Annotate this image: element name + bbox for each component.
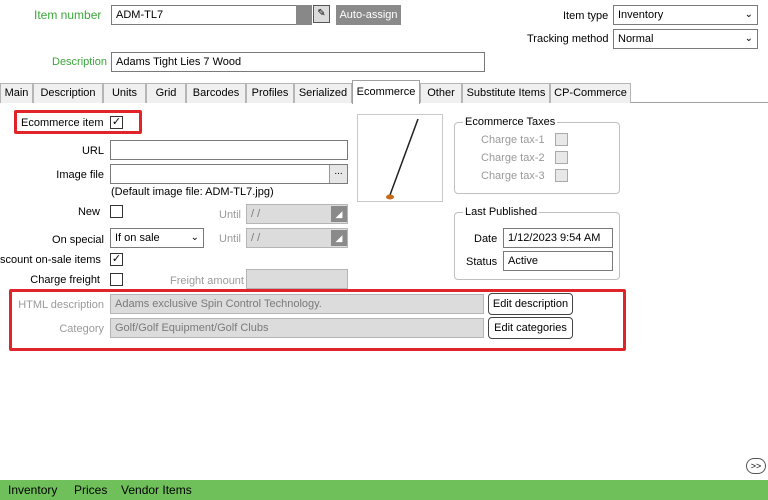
chevron-down-icon: ⌄ (744, 9, 753, 20)
url-input[interactable] (110, 140, 348, 160)
until-label-2: Until (219, 233, 242, 245)
html-description-input: Adams exclusive Spin Control Technology. (110, 294, 484, 314)
item-type-value: Inventory (618, 9, 664, 21)
description-label: Description (52, 56, 108, 68)
calendar-icon: ◢ (331, 206, 347, 222)
on-special-label: On special (52, 234, 104, 246)
category-label: Category (59, 323, 104, 335)
tab-other[interactable]: Other (420, 83, 462, 103)
tab-serialized[interactable]: Serialized (294, 83, 352, 103)
tracking-method-label: Tracking method (527, 33, 609, 45)
until-label-1: Until (219, 209, 242, 221)
item-number-input[interactable]: ADM-TL7 (111, 5, 297, 25)
item-number-field-end (296, 5, 312, 25)
tracking-method-value: Normal (618, 33, 654, 45)
item-image-preview (357, 114, 443, 202)
edit-categories-button[interactable]: Edit categories (488, 317, 573, 339)
image-file-input[interactable] (110, 164, 348, 184)
more-button[interactable]: >> (746, 458, 766, 474)
charge-tax-2-label: Charge tax-2 (481, 152, 545, 164)
charge-freight-checkbox[interactable] (110, 273, 123, 286)
golf-club-image (386, 118, 419, 200)
published-status-value: Active (503, 251, 613, 271)
tab-description[interactable]: Description (33, 83, 103, 103)
charge-tax-2-checkbox (555, 151, 568, 164)
discount-on-sale-checkbox[interactable]: ✓ (110, 253, 123, 266)
auto-assign-button[interactable]: Auto-assign (336, 5, 401, 25)
tracking-method-select[interactable]: Normal ⌄ (613, 29, 758, 49)
image-file-label: Image file (56, 169, 104, 181)
charge-freight-label: Charge freight (30, 274, 100, 286)
discount-on-sale-label: scount on-sale items (0, 254, 101, 266)
tab-main[interactable]: Main (0, 83, 33, 103)
tab-ecommerce[interactable]: Ecommerce (352, 80, 420, 104)
charge-tax-3-label: Charge tax-3 (481, 170, 545, 182)
new-label: New (77, 206, 100, 218)
browse-button[interactable]: ... (329, 165, 347, 183)
ecommerce-taxes-group: Ecommerce Taxes Charge tax-1 Charge tax-… (454, 116, 620, 194)
bottom-tab-vendor-items[interactable]: Vendor Items (121, 483, 192, 497)
edit-icon[interactable]: ✎ (313, 5, 330, 23)
ecommerce-taxes-title: Ecommerce Taxes (463, 116, 558, 128)
charge-tax-3-checkbox (555, 169, 568, 182)
chevron-down-icon: ⌄ (744, 33, 753, 44)
bottom-tab-inventory[interactable]: Inventory (8, 483, 57, 497)
bottom-tab-prices[interactable]: Prices (74, 483, 107, 497)
tab-profiles[interactable]: Profiles (246, 83, 294, 103)
item-type-select[interactable]: Inventory ⌄ (613, 5, 758, 25)
description-input[interactable]: Adams Tight Lies 7 Wood (111, 52, 485, 72)
tab-substitute-items[interactable]: Substitute Items (462, 83, 550, 103)
url-label: URL (81, 145, 104, 157)
tab-barcodes[interactable]: Barcodes (186, 83, 246, 103)
calendar-icon: ◢ (331, 230, 347, 246)
edit-description-button[interactable]: Edit description (488, 293, 573, 315)
published-date-value: 1/12/2023 9:54 AM (503, 228, 613, 248)
ecommerce-item-label: Ecommerce item (21, 117, 104, 129)
freight-amount-input (246, 269, 348, 289)
published-date-label: Date (474, 233, 498, 245)
published-status-label: Status (466, 256, 498, 268)
category-input: Golf/Golf Equipment/Golf Clubs (110, 318, 484, 338)
last-published-title: Last Published (463, 206, 540, 218)
default-image-note: (Default image file: ADM-TL7.jpg) (111, 186, 274, 198)
charge-tax-1-checkbox (555, 133, 568, 146)
tab-grid[interactable]: Grid (146, 83, 186, 103)
ecommerce-item-checkbox[interactable]: ✓ (110, 116, 123, 129)
tab-cp-commerce[interactable]: CP-Commerce (550, 83, 631, 103)
tab-bar: Main Description Units Grid Barcodes Pro… (0, 80, 768, 104)
new-checkbox[interactable] (110, 205, 123, 218)
freight-amount-label: Freight amount (170, 275, 244, 287)
chevron-down-icon: ⌄ (190, 232, 199, 243)
item-type-label: Item type (563, 10, 609, 22)
charge-tax-1-label: Charge tax-1 (481, 134, 545, 146)
html-description-label: HTML description (18, 299, 104, 311)
on-special-select[interactable]: If on sale ⌄ (110, 228, 204, 248)
last-published-group: Last Published Date 1/12/2023 9:54 AM St… (454, 206, 620, 280)
tab-units[interactable]: Units (103, 83, 146, 103)
bottom-tab-bar: Inventory Prices Vendor Items (0, 480, 768, 500)
item-number-label: Item number (34, 8, 102, 22)
on-special-value: If on sale (115, 232, 160, 244)
